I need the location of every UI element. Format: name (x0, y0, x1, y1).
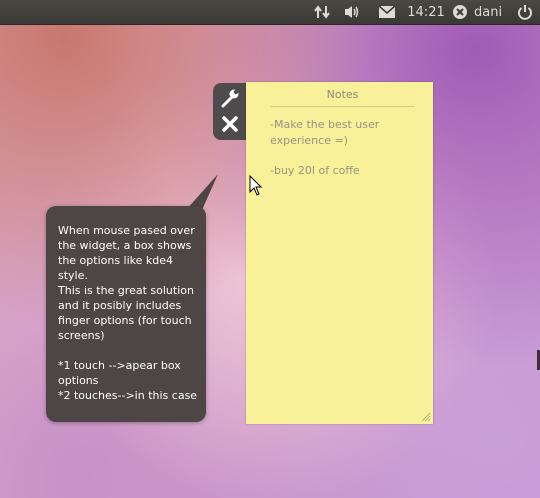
user-status-icon (453, 5, 467, 19)
annotation-callout: When mouse pased over the widget, a box … (46, 206, 206, 422)
callout-text: When mouse pased over the widget, a box … (58, 224, 198, 402)
note-title: Notes (326, 88, 359, 101)
note-divider (270, 106, 415, 107)
mouse-cursor-icon (249, 175, 263, 196)
notes-widget[interactable]: Notes -Make the best user experience =) … (246, 82, 433, 424)
note-text-line[interactable]: -buy 20l of coffe (270, 163, 360, 179)
user-name: dani (474, 4, 503, 20)
note-text-line[interactable]: -Make the best user experience =) (270, 117, 420, 149)
clock[interactable]: 14:21 (406, 0, 446, 24)
volume-icon[interactable] (342, 0, 364, 24)
user-menu[interactable]: dani (452, 0, 510, 24)
mail-icon[interactable] (376, 0, 398, 24)
close-icon[interactable] (217, 112, 243, 136)
widget-options-box (213, 83, 247, 140)
network-arrows-icon[interactable] (312, 0, 332, 24)
top-panel: 14:21 dani (0, 0, 540, 25)
power-icon[interactable] (514, 0, 536, 24)
wrench-icon[interactable] (217, 86, 243, 110)
resize-grip-icon[interactable] (421, 412, 431, 422)
